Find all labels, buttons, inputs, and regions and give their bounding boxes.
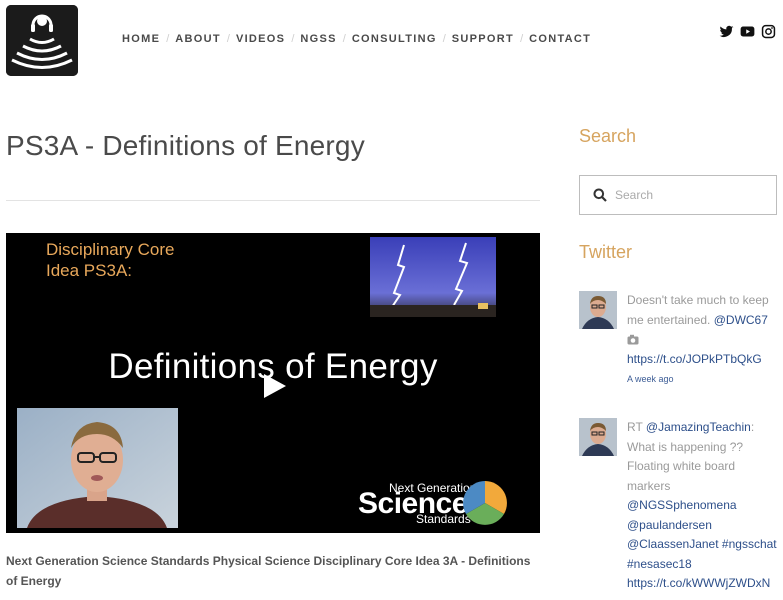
- nav-videos[interactable]: VIDEOS: [236, 33, 285, 45]
- camera-emoji-icon: [627, 335, 639, 345]
- presenter-thumbnail: [17, 408, 178, 528]
- video-dci-line2: Idea PS3A:: [46, 261, 133, 280]
- tweet-mention[interactable]: @ClaassenJanet: [627, 537, 719, 551]
- nav-ngss[interactable]: NGSS: [300, 33, 336, 45]
- twitter-heading: Twitter: [579, 242, 633, 262]
- tweet-mention[interactable]: @JamazingTeachin: [646, 420, 751, 434]
- tweet-hashtag[interactable]: #ngsschat: [722, 537, 777, 551]
- social-links: [719, 24, 776, 39]
- avatar[interactable]: [579, 418, 617, 456]
- nav-home[interactable]: HOME: [122, 33, 160, 45]
- nav-separator: /: [226, 33, 230, 45]
- nav-separator: /: [166, 33, 170, 45]
- search-box: [579, 175, 777, 215]
- tweet-hashtag[interactable]: #nesasec18: [627, 557, 692, 571]
- search-heading: Search: [579, 126, 637, 146]
- video-dci-label: Disciplinary Core Idea PS3A:: [46, 239, 174, 281]
- search-input[interactable]: [615, 176, 773, 214]
- youtube-icon[interactable]: [740, 24, 755, 39]
- nav-consulting[interactable]: CONSULTING: [352, 33, 437, 45]
- tweet-body: Doesn't take much to keep me entertained…: [627, 291, 779, 389]
- tweet-body: RT @JamazingTeachin: What is happening ?…: [627, 418, 779, 594]
- title-divider: [6, 200, 540, 201]
- tweet-mention[interactable]: @paulandersen: [627, 518, 712, 532]
- tweet-mention[interactable]: @NGSSphenomena: [627, 498, 737, 512]
- nav-separator: /: [520, 33, 524, 45]
- tweet-timestamp[interactable]: A week ago: [627, 374, 674, 384]
- instagram-icon[interactable]: [761, 24, 776, 39]
- headphones-logo-icon: [6, 5, 78, 76]
- tweet-mention[interactable]: @DWC67: [714, 313, 768, 327]
- search-icon: [593, 188, 607, 202]
- tweet-rt-prefix: RT: [627, 420, 646, 434]
- video-player[interactable]: Disciplinary Core Idea PS3A: Definitions…: [6, 233, 540, 533]
- tweet-link[interactable]: https://t.co/kWWWjZWDxN: [627, 576, 770, 590]
- video-caption: Next Generation Science Standards Physic…: [6, 554, 531, 588]
- site-logo[interactable]: [6, 5, 78, 76]
- tweet-link[interactable]: https://t.co/JOPkPTbQkG: [627, 352, 762, 366]
- main-nav: HOME / ABOUT / VIDEOS / NGSS / CONSULTIN…: [122, 33, 591, 45]
- nav-about[interactable]: ABOUT: [175, 33, 221, 45]
- twitter-icon[interactable]: [719, 24, 734, 39]
- avatar[interactable]: [579, 291, 617, 329]
- lightning-thumbnail: [370, 237, 496, 317]
- play-icon[interactable]: [259, 371, 289, 401]
- nav-separator: /: [291, 33, 295, 45]
- video-dci-line1: Disciplinary Core: [46, 240, 175, 259]
- nav-contact[interactable]: CONTACT: [529, 33, 591, 45]
- ngss-pie-icon: [463, 481, 507, 525]
- nav-separator: /: [442, 33, 446, 45]
- nav-support[interactable]: SUPPORT: [452, 33, 514, 45]
- page-title: PS3A - Definitions of Energy: [6, 130, 365, 161]
- ngss-logo: Next Generation Science Standards: [356, 478, 516, 528]
- nav-separator: /: [342, 33, 346, 45]
